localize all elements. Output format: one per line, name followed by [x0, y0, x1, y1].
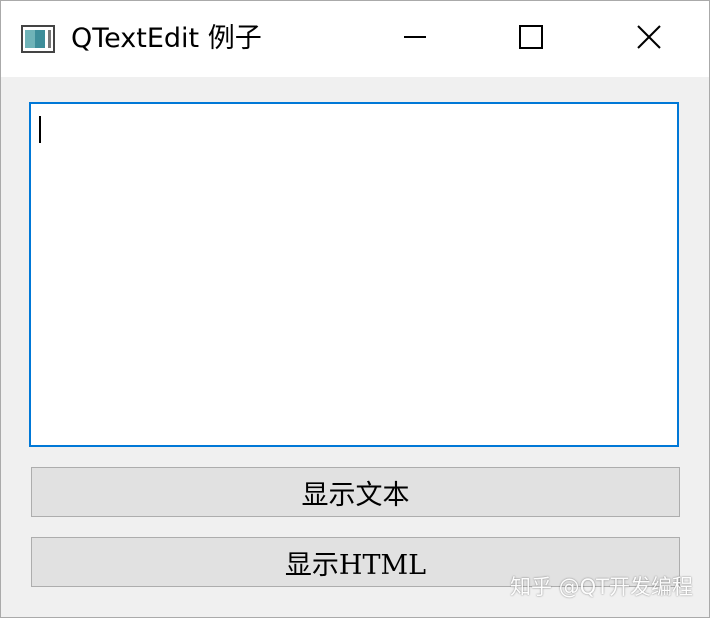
close-icon: [636, 24, 662, 54]
minimize-button[interactable]: [357, 1, 473, 77]
maximize-button[interactable]: [473, 1, 589, 77]
minimize-icon: [402, 24, 428, 54]
app-icon: [21, 25, 55, 53]
text-edit[interactable]: [29, 102, 679, 447]
close-button[interactable]: [591, 1, 707, 77]
main-window: QTextEdit 例子 显示文本 显示HTML 知乎 @QT开发编程: [0, 0, 710, 618]
maximize-icon: [518, 24, 544, 54]
watermark: 知乎 @QT开发编程: [509, 575, 693, 599]
text-caret: [39, 116, 41, 143]
show-text-button[interactable]: 显示文本: [31, 467, 680, 517]
title-bar[interactable]: QTextEdit 例子: [1, 1, 709, 77]
window-title: QTextEdit 例子: [71, 23, 262, 54]
